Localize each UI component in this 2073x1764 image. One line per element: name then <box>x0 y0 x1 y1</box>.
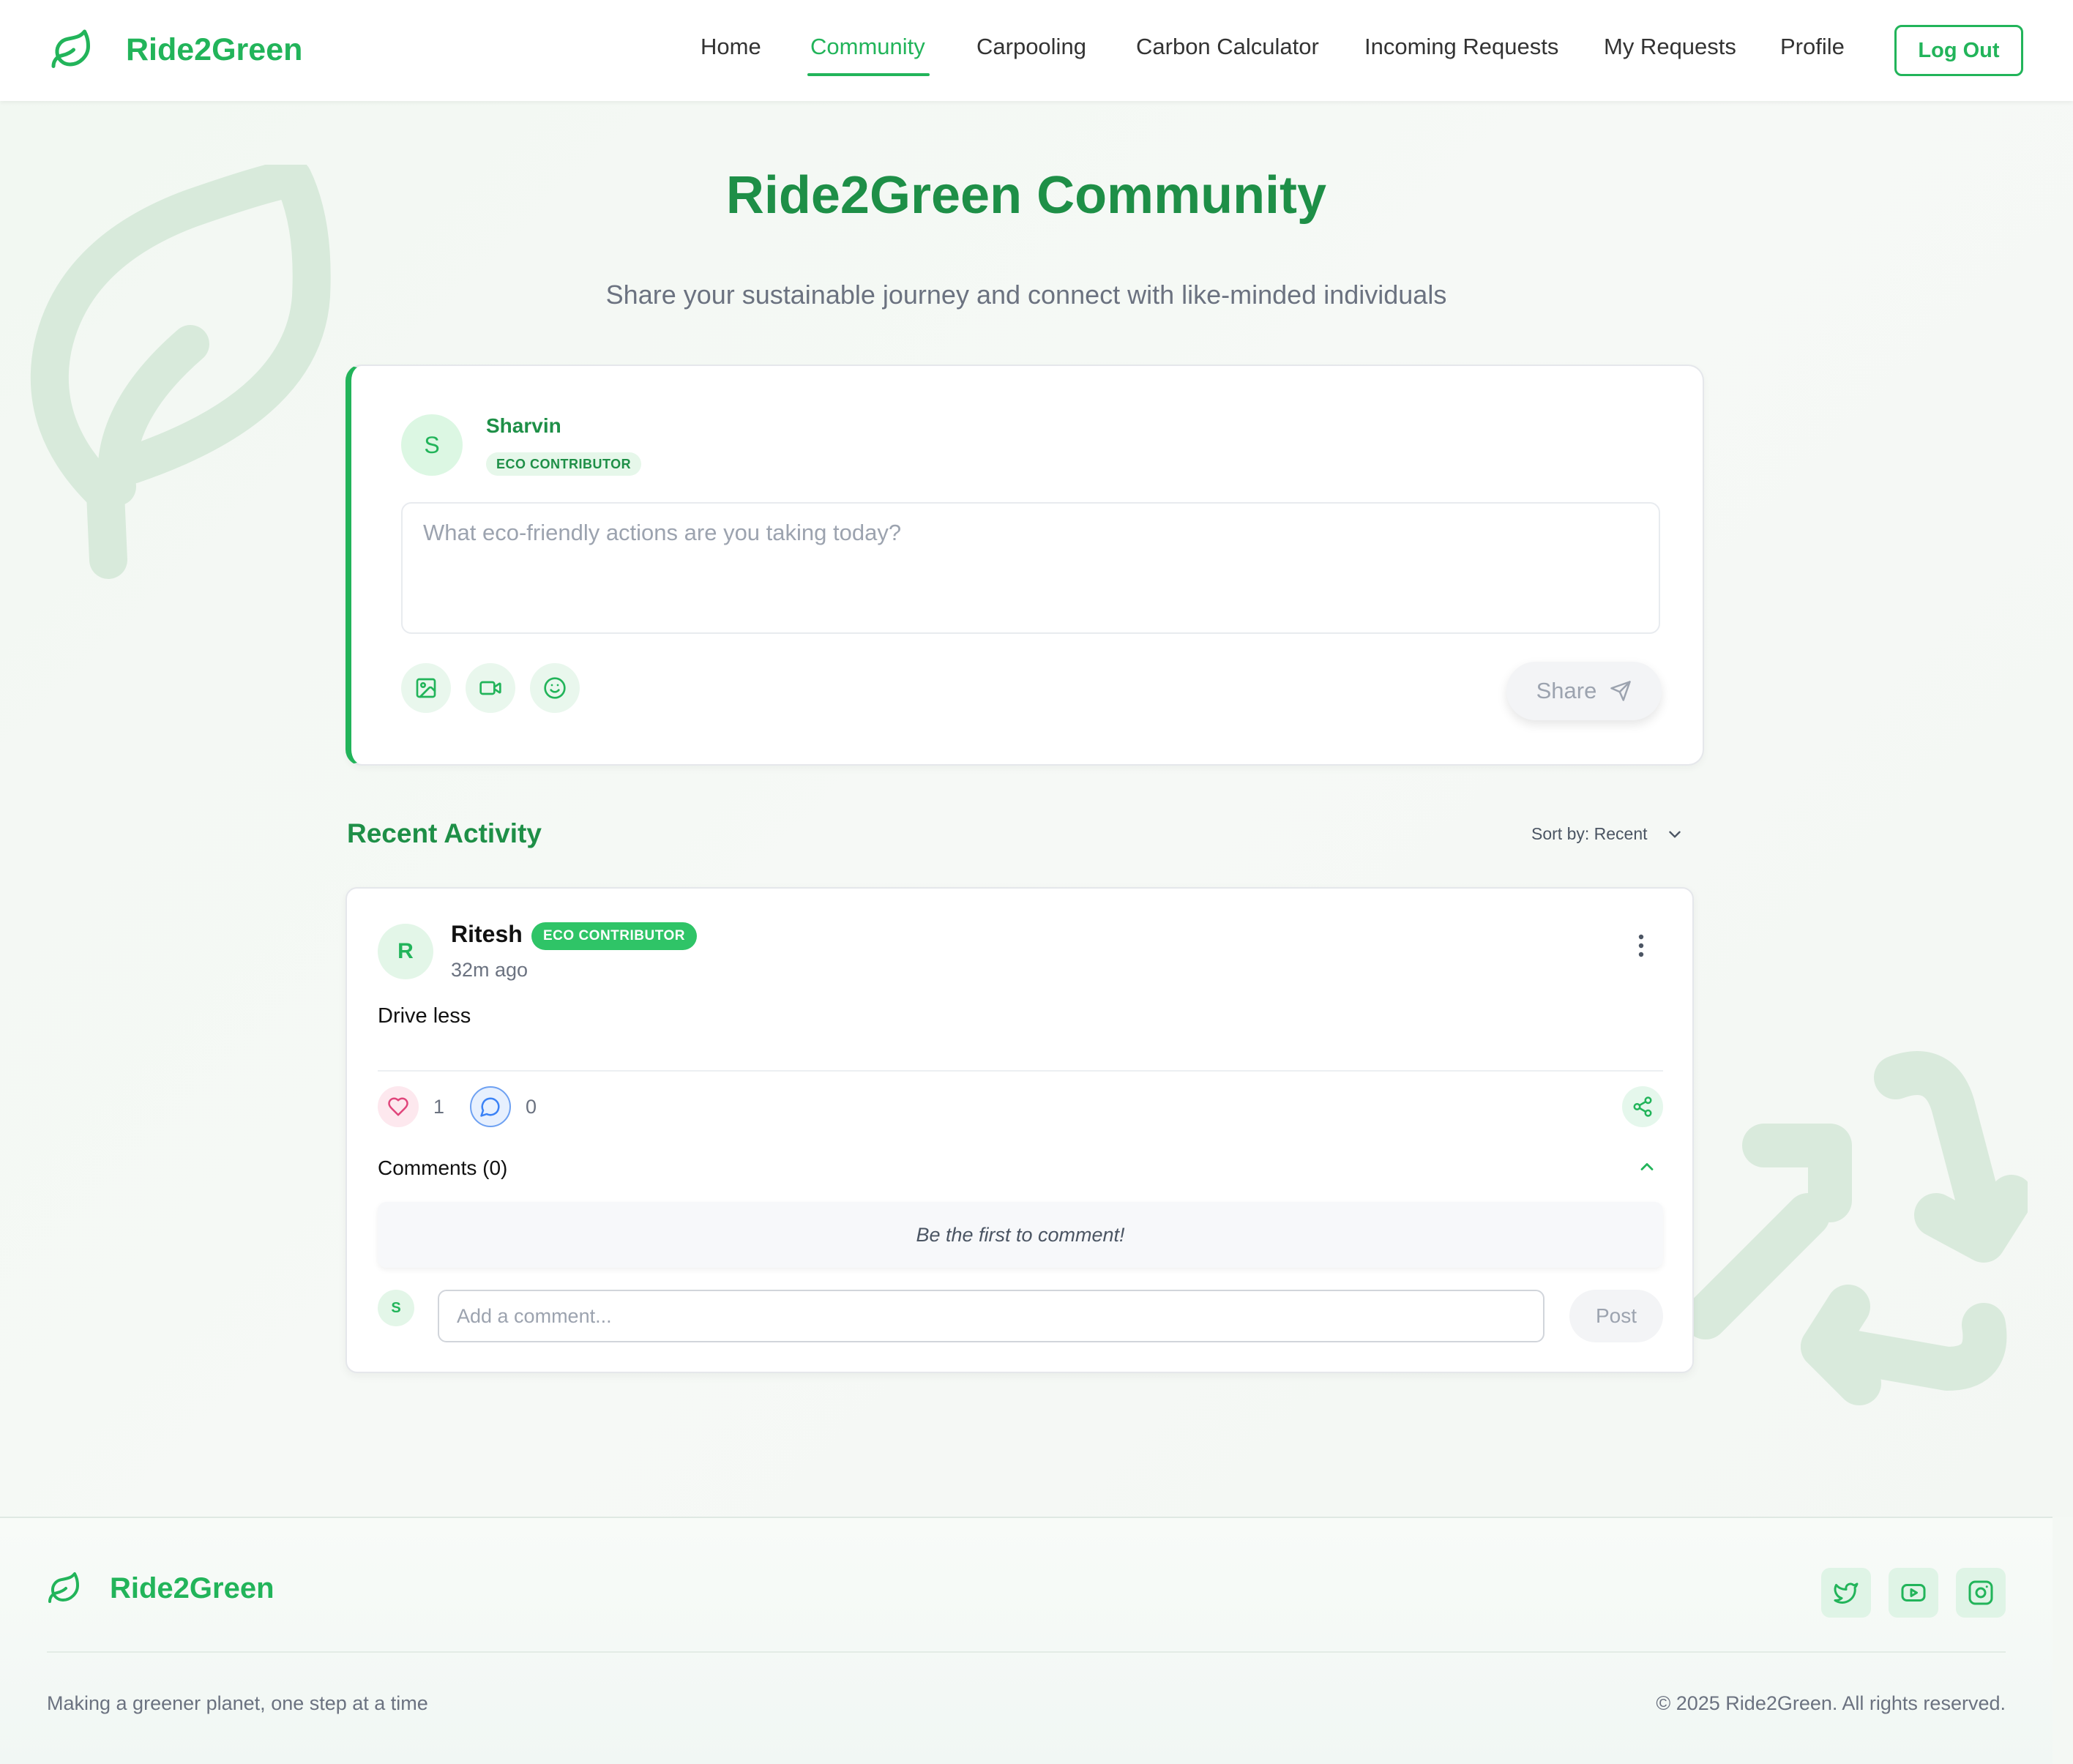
footer-brand-name: Ride2Green <box>110 1571 274 1604</box>
post-card: R Ritesh ECO CONTRIBUTOR 32m ago Drive l… <box>346 887 1694 1373</box>
add-video-button[interactable] <box>466 663 515 713</box>
active-tab-indicator <box>807 73 930 76</box>
recent-activity-heading: Recent Activity <box>347 818 542 848</box>
chevron-up-icon[interactable] <box>1637 1156 1657 1177</box>
logout-button[interactable]: Log Out <box>1894 25 2023 76</box>
post-author[interactable]: Ritesh <box>451 921 523 948</box>
twitter-link[interactable] <box>1821 1568 1871 1618</box>
footer-tagline: Making a greener planet, one step at a t… <box>47 1692 428 1714</box>
nav-profile[interactable]: Profile <box>1780 34 1845 60</box>
heart-icon <box>388 1097 408 1116</box>
instagram-link[interactable] <box>1956 1568 2006 1618</box>
post-content: Drive less <box>378 1004 471 1028</box>
avatar: S <box>378 1290 414 1326</box>
youtube-icon <box>1901 1584 1926 1602</box>
footer: Ride2Green Making a greener planet, one … <box>0 1517 2053 1764</box>
nav-incoming-requests[interactable]: Incoming Requests <box>1364 34 1558 60</box>
footer-copyright: © 2025 Ride2Green. All rights reserved. <box>1656 1692 2006 1714</box>
chevron-down-icon <box>1668 831 1681 837</box>
nav-community[interactable]: Community <box>810 34 925 60</box>
send-icon <box>1610 681 1632 701</box>
speech-bubble-icon <box>480 1097 500 1117</box>
nav-carpooling[interactable]: Carpooling <box>976 34 1086 60</box>
share-icon <box>1633 1096 1652 1117</box>
like-count: 1 <box>433 1096 445 1118</box>
like-button[interactable] <box>378 1086 419 1127</box>
comments-heading: Comments (0) <box>378 1156 508 1179</box>
eco-contributor-badge: ECO CONTRIBUTOR <box>531 922 697 950</box>
video-icon <box>479 681 501 695</box>
avatar: R <box>378 924 433 979</box>
post-composer: S Sharvin ECO CONTRIBUTOR Share <box>346 365 1704 766</box>
comment-count: 0 <box>526 1096 537 1118</box>
top-navbar: Ride2Green Home Community Carpooling Car… <box>0 0 2073 101</box>
decorative-recycle-icon <box>1684 1051 2028 1405</box>
sort-label: Sort by: Recent <box>1531 824 1648 843</box>
share-button[interactable]: Share <box>1506 662 1662 720</box>
comment-input[interactable] <box>438 1290 1545 1342</box>
divider <box>378 1070 1663 1072</box>
sort-dropdown[interactable]: Sort by: Recent <box>1531 824 1684 844</box>
decorative-leaf-icon <box>30 165 331 579</box>
share-label: Share <box>1536 678 1597 703</box>
eco-contributor-badge: ECO CONTRIBUTOR <box>486 452 642 476</box>
post-comment-button[interactable]: Post <box>1569 1290 1663 1342</box>
add-image-button[interactable] <box>401 663 451 713</box>
instagram-icon <box>1968 1580 1993 1605</box>
post-timestamp: 32m ago <box>451 959 528 981</box>
composer-user-name: Sharvin <box>486 414 561 437</box>
page-subtitle: Share your sustainable journey and conne… <box>605 280 1447 310</box>
more-options-icon[interactable] <box>1632 931 1650 960</box>
image-icon <box>416 678 436 698</box>
post-input[interactable] <box>401 502 1660 634</box>
share-post-button[interactable] <box>1622 1086 1663 1127</box>
avatar: S <box>401 414 463 476</box>
footer-divider <box>47 1651 2006 1653</box>
nav-carbon-calculator[interactable]: Carbon Calculator <box>1136 34 1319 60</box>
leaf-icon <box>48 1572 79 1603</box>
comment-button[interactable] <box>470 1086 511 1127</box>
nav-home[interactable]: Home <box>701 34 761 60</box>
add-emoji-button[interactable] <box>530 663 580 713</box>
footer-brand[interactable]: Ride2Green <box>47 1571 274 1606</box>
empty-comments-message: Be the first to comment! <box>378 1202 1663 1268</box>
nav-my-requests[interactable]: My Requests <box>1604 34 1736 60</box>
youtube-link[interactable] <box>1889 1568 1938 1618</box>
smiley-icon <box>544 677 566 699</box>
twitter-icon <box>1834 1582 1859 1604</box>
page-title: Ride2Green Community <box>725 166 1327 225</box>
